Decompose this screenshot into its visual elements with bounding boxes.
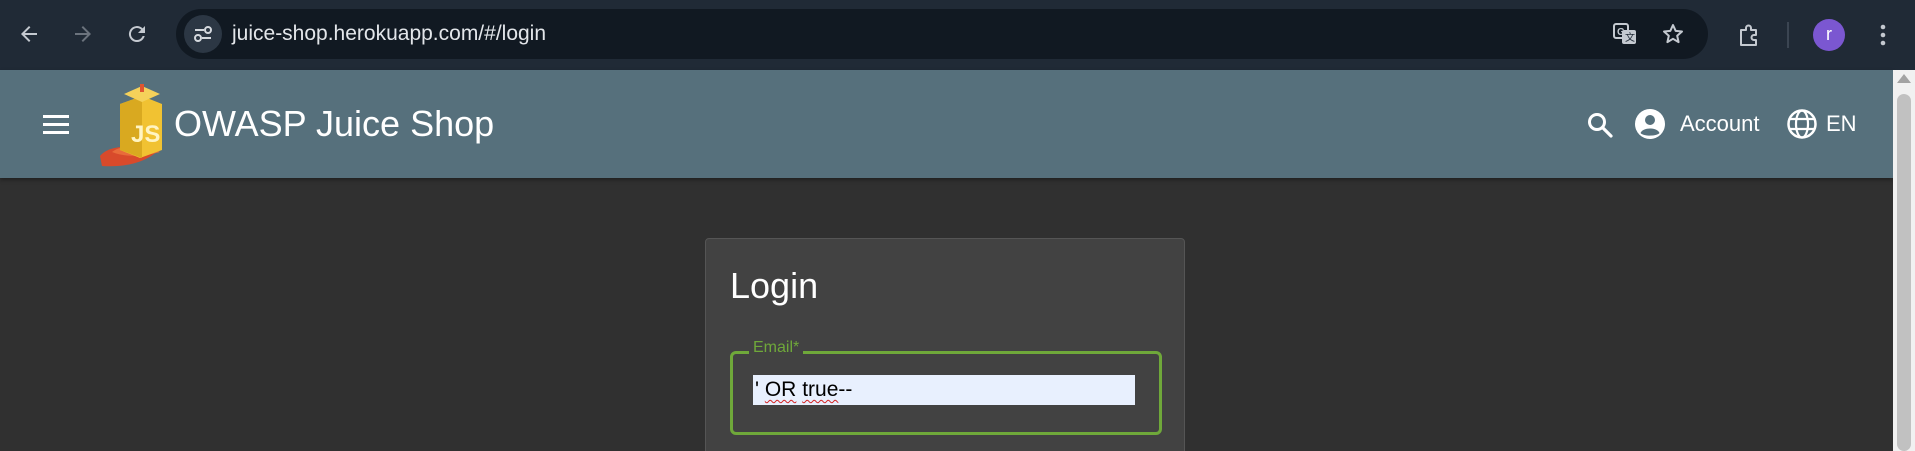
star-icon (1663, 24, 1683, 44)
sidenav-menu-button[interactable] (38, 106, 74, 142)
back-button[interactable] (13, 18, 45, 50)
more-icon (1880, 24, 1886, 46)
forward-icon (75, 26, 91, 42)
email-value-prefix: ' (755, 378, 765, 401)
email-input[interactable]: ' OR true-- (753, 375, 1135, 405)
scroll-up-arrow[interactable] (1897, 74, 1911, 83)
email-field-label: Email* (749, 339, 804, 357)
app-toolbar: JS OWASP Juice Shop Account EN (0, 70, 1893, 178)
search-icon (1588, 113, 1613, 138)
account-circle-icon (1635, 109, 1665, 139)
login-card: Login Email* ' OR true-- (705, 238, 1185, 451)
back-icon (21, 26, 37, 42)
hamburger-menu-icon (43, 115, 69, 134)
address-bar[interactable]: juice-shop.herokuapp.com/#/login G 文 (176, 9, 1708, 59)
svg-text:文: 文 (1625, 31, 1635, 44)
account-label: Account (1680, 111, 1760, 136)
login-title: Login (730, 265, 819, 306)
account-button[interactable]: Account (1634, 104, 1760, 144)
site-info-button[interactable] (184, 15, 222, 53)
reload-icon (128, 26, 145, 43)
search-button[interactable] (1583, 108, 1617, 142)
profile-avatar[interactable]: r (1813, 19, 1845, 51)
browser-toolbar: juice-shop.herokuapp.com/#/login G 文 r (0, 0, 1915, 70)
translate-icon: G 文 (1613, 23, 1636, 44)
extensions-icon (1740, 24, 1757, 46)
email-value-word: OR (764, 378, 797, 401)
bookmark-button[interactable] (1658, 19, 1688, 49)
email-value-word: true (802, 378, 839, 401)
juice-carton-icon: JS (100, 84, 162, 167)
site-info-icon (194, 26, 212, 42)
url-text[interactable]: juice-shop.herokuapp.com/#/login (232, 9, 546, 59)
juice-shop-logo[interactable]: JS (98, 82, 170, 168)
language-button[interactable]: EN (1786, 104, 1857, 144)
svg-text:JS: JS (131, 121, 160, 148)
browser-menu-button[interactable] (1866, 18, 1900, 52)
email-form-field[interactable]: Email* ' OR true-- (730, 339, 1162, 435)
page-scrollbar[interactable] (1893, 70, 1915, 451)
reload-button[interactable] (121, 18, 153, 50)
email-value-suffix: -- (838, 378, 853, 401)
translate-button[interactable]: G 文 (1610, 19, 1640, 49)
forward-button[interactable] (67, 18, 99, 50)
scroll-thumb[interactable] (1897, 94, 1911, 451)
extensions-button[interactable] (1733, 18, 1767, 52)
globe-icon (1787, 109, 1817, 139)
app-title[interactable]: OWASP Juice Shop (174, 70, 494, 178)
toolbar-divider (1787, 22, 1789, 48)
language-label: EN (1826, 111, 1857, 136)
